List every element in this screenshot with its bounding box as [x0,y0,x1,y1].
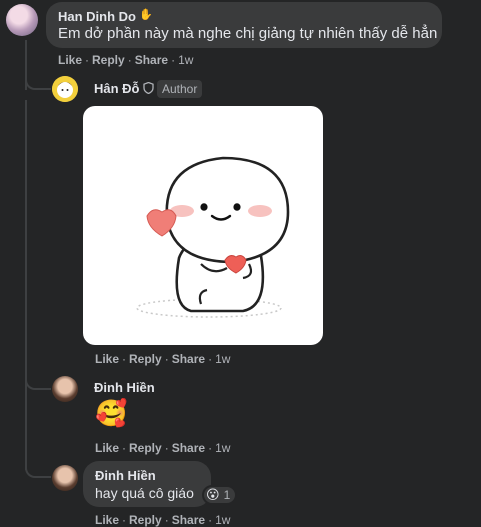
avatar[interactable] [52,76,78,102]
comment-emoji: 🥰 [95,398,128,428]
sticker[interactable] [83,106,323,345]
avatar-illustration [52,76,78,102]
smiling-blob-sticker [136,156,290,318]
wow-reaction-icon: 😮 [206,487,220,502]
share-button[interactable]: Share [135,53,168,67]
timestamp[interactable]: 1w [178,53,193,67]
avatar[interactable] [52,465,78,491]
separator: · [122,352,127,366]
hand-wave-icon: ✋ [139,9,153,21]
separator: · [171,53,176,67]
comment-author[interactable]: Đinh Hiền [94,380,155,395]
shield-icon [143,82,154,94]
timestamp[interactable]: 1w [215,441,230,455]
thread-line [25,100,27,390]
comment-author[interactable]: Han Dinh Do [58,9,136,24]
share-button[interactable]: Share [172,441,205,455]
share-button[interactable]: Share [172,513,205,527]
separator: · [208,352,213,366]
thread-elbow [25,60,51,90]
share-button[interactable]: Share [172,352,205,366]
comment-text: Em dở phần này mà nghe chị giảng tự nhiê… [58,25,438,42]
thread-elbow [25,450,51,478]
thread-elbow [25,365,51,390]
like-button[interactable]: Like [58,53,82,67]
reaction-badge[interactable]: 😮 1 [202,485,238,505]
comment-author[interactable]: Đinh Hiền [95,468,156,483]
timestamp[interactable]: 1w [215,513,230,527]
reply-button[interactable]: Reply [129,441,162,455]
avatar[interactable] [52,376,78,402]
avatar[interactable] [6,4,38,36]
timestamp[interactable]: 1w [215,352,230,366]
separator: · [85,53,90,67]
separator: · [164,352,169,366]
separator: · [122,441,127,455]
separator: · [208,441,213,455]
comment-text: hay quá cô giáo [95,485,194,501]
reply-button[interactable]: Reply [92,53,125,67]
like-button[interactable]: Like [95,441,119,455]
separator: · [127,53,132,67]
comment-author[interactable]: Hân Đỗ [94,81,140,96]
comment-actions: Like · Reply · Share · 1w [95,441,230,455]
comment-actions: Like · Reply · Share · 1w [95,513,230,527]
comment-bubble: Đinh Hiền hay quá cô giáo [83,461,211,507]
like-button[interactable]: Like [95,352,119,366]
separator: · [208,513,213,527]
reply-button[interactable]: Reply [129,513,162,527]
comment-actions: Like · Reply · Share · 1w [58,53,193,67]
separator: · [122,513,127,527]
separator: · [164,513,169,527]
reaction-count: 1 [223,488,231,502]
separator: · [164,441,169,455]
comment-actions: Like · Reply · Share · 1w [95,352,230,366]
comment-bubble: Han Dinh Do ✋ Em dở phần này mà nghe chị… [46,2,442,48]
author-badge: Author [157,80,203,98]
like-button[interactable]: Like [95,513,119,527]
reply-button[interactable]: Reply [129,352,162,366]
